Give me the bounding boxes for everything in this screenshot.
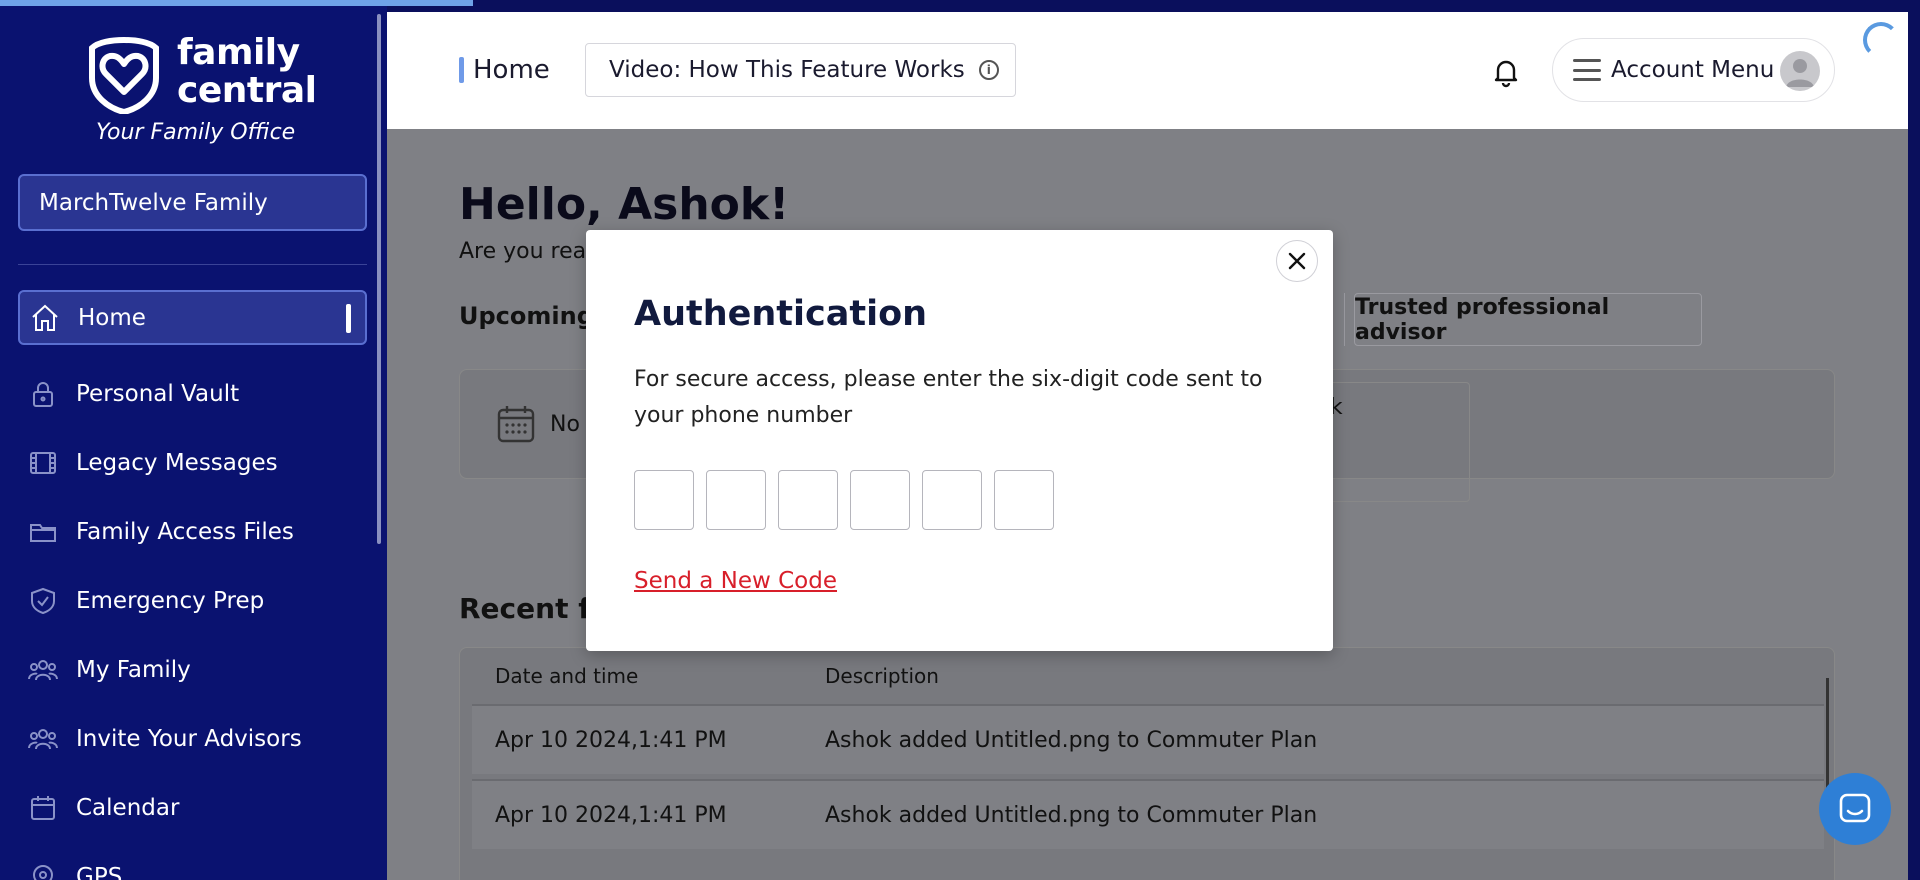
sidebar: family central Your Family Office MarchT… (0, 0, 387, 880)
cell-description: Ashok added Untitled.png to Commuter Pla… (825, 802, 1318, 828)
sidebar-item-emergency-prep[interactable]: Emergency Prep (18, 566, 367, 635)
logo-word-central: central (177, 70, 317, 111)
close-icon (1288, 252, 1306, 270)
tab-trusted-advisor[interactable]: Trusted professional advisor (1354, 293, 1702, 346)
otp-digit-4[interactable] (850, 470, 910, 530)
sidebar-item-gps[interactable]: GPS (18, 842, 367, 880)
sidebar-scrollbar[interactable] (377, 14, 381, 544)
close-modal-button[interactable] (1276, 240, 1318, 282)
sidebar-item-my-family[interactable]: My Family (18, 635, 367, 704)
calendar-icon (497, 406, 535, 443)
bell-icon[interactable] (1490, 56, 1522, 88)
page-loading-bar (0, 0, 473, 6)
otp-digit-2[interactable] (706, 470, 766, 530)
tab-edge (1335, 293, 1345, 346)
column-header-description: Description (825, 664, 939, 688)
folder-icon (28, 517, 58, 547)
table-header: Date and time Description (472, 648, 1824, 704)
hamburger-icon (1573, 59, 1601, 81)
loading-spinner-icon (1863, 22, 1899, 58)
column-header-date: Date and time (495, 664, 639, 688)
otp-code-inputs (634, 470, 1066, 530)
active-indicator (346, 304, 351, 333)
no-events-text: No (550, 412, 580, 437)
page-title: Hello, Ashok! (459, 179, 790, 230)
info-icon: i (978, 60, 999, 80)
page-subtitle: Are you rea (459, 239, 587, 264)
sidebar-divider (18, 264, 367, 265)
sidebar-item-label: Legacy Messages (76, 449, 278, 476)
sidebar-item-label: Invite Your Advisors (76, 725, 302, 752)
recent-activity-table: Date and time Description Apr 10 2024,1:… (459, 647, 1835, 880)
sidebar-item-label: Personal Vault (76, 380, 240, 407)
table-row[interactable]: Apr 10 2024,1:41 PM Ashok added Untitled… (472, 779, 1824, 849)
upcoming-heading: Upcoming (459, 302, 594, 330)
film-icon (28, 448, 58, 478)
sidebar-item-label: Home (78, 304, 146, 331)
account-menu-button[interactable]: Account Menu (1552, 38, 1835, 102)
otp-digit-6[interactable] (994, 470, 1054, 530)
top-header: Home Video: How This Feature Works i Acc… (387, 12, 1908, 129)
sidebar-item-family-access-files[interactable]: Family Access Files (18, 497, 367, 566)
sidebar-item-label: My Family (76, 656, 191, 683)
cell-description: Ashok added Untitled.png to Commuter Pla… (825, 727, 1318, 753)
shield-icon (28, 586, 58, 616)
logo-wordmark: family central (177, 32, 317, 111)
avatar (1780, 51, 1820, 91)
sidebar-item-home[interactable]: Home (18, 290, 367, 345)
otp-digit-5[interactable] (922, 470, 982, 530)
sidebar-item-label: Calendar (76, 794, 180, 821)
sidebar-item-legacy-messages[interactable]: Legacy Messages (18, 428, 367, 497)
cell-date: Apr 10 2024,1:41 PM (495, 802, 727, 828)
modal-message: For secure access, please enter the six-… (634, 367, 1263, 428)
sidebar-item-label: Family Access Files (76, 518, 294, 545)
logo-tagline: Your Family Office (96, 120, 296, 145)
table-row[interactable]: Apr 10 2024,1:41 PM Ashok added Untitled… (472, 704, 1824, 774)
sidebar-item-calendar[interactable]: Calendar (18, 773, 367, 842)
modal-title: Authentication (634, 294, 928, 334)
brand-logo[interactable]: family central Your Family Office (84, 32, 317, 150)
chat-icon (1839, 793, 1871, 823)
otp-digit-1[interactable] (634, 470, 694, 530)
sidebar-item-personal-vault[interactable]: Personal Vault (18, 359, 367, 428)
send-new-code-link[interactable]: Send a New Code (634, 568, 837, 594)
sidebar-item-invite-advisors[interactable]: Invite Your Advisors (18, 704, 367, 773)
people-icon (28, 655, 58, 685)
sidebar-nav: Home Personal Vault Legacy Messages Fami… (18, 290, 367, 880)
account-menu-label: Account Menu (1611, 57, 1775, 83)
breadcrumb: Home (459, 55, 550, 85)
family-selector[interactable]: MarchTwelve Family (18, 174, 367, 231)
lock-icon (28, 379, 58, 409)
home-icon (30, 303, 60, 333)
sidebar-item-label: Emergency Prep (76, 587, 265, 614)
video-how-it-works-button[interactable]: Video: How This Feature Works i (585, 43, 1016, 97)
authentication-modal: Authentication For secure access, please… (586, 230, 1333, 651)
location-icon (28, 862, 58, 880)
chat-support-button[interactable] (1819, 773, 1891, 845)
cell-date: Apr 10 2024,1:41 PM (495, 727, 727, 753)
sidebar-item-label: GPS (76, 863, 123, 880)
otp-digit-3[interactable] (778, 470, 838, 530)
calendar-icon (28, 793, 58, 823)
people-icon (28, 724, 58, 754)
logo-word-family: family (177, 32, 300, 73)
video-button-label: Video: How This Feature Works (609, 57, 965, 83)
heart-shield-logo-icon (89, 36, 159, 114)
